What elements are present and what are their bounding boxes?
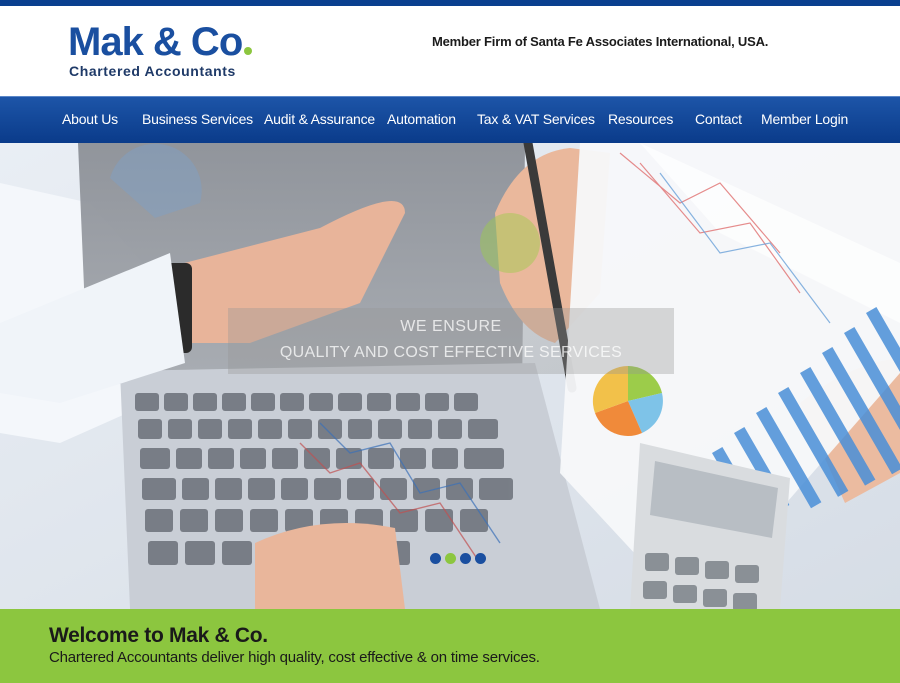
welcome-title: Welcome to Mak & Co.	[49, 624, 268, 647]
nav-item-automation[interactable]: Automation	[387, 111, 456, 127]
slider-dot-4[interactable]	[475, 553, 486, 564]
nav-item-business-services[interactable]: Business Services	[142, 111, 253, 127]
welcome-description: Chartered Accountants deliver high quali…	[49, 649, 540, 666]
hero-caption-heading: WE ENSURE	[400, 318, 502, 335]
nav-item-tax-vat-services[interactable]: Tax & VAT Services	[477, 111, 595, 127]
nav-item-member-login[interactable]: Member Login	[761, 111, 848, 127]
hero-caption-box: WE ENSURE QUALITY AND COST EFFECTIVE SER…	[228, 308, 674, 374]
nav-item-resources[interactable]: Resources	[608, 111, 673, 127]
hero-caption-subheading: QUALITY AND COST EFFECTIVE SERVICES	[279, 344, 623, 361]
logo-subtitle: Chartered Accountants	[69, 63, 236, 79]
site-header: Mak & Co Chartered Accountants Member Fi…	[0, 6, 900, 96]
slider-dot-3[interactable]	[460, 553, 471, 564]
nav-item-audit-assurance[interactable]: Audit & Assurance	[264, 111, 375, 127]
slider-dot-1[interactable]	[430, 553, 441, 564]
slider-dot-2[interactable]	[445, 553, 456, 564]
hero-slider[interactable]: WE ENSURE QUALITY AND COST EFFECTIVE SER…	[0, 143, 900, 609]
main-navigation: About Us Business Services Audit & Assur…	[0, 96, 900, 143]
logo-wordmark: Mak & Co	[68, 20, 253, 64]
welcome-banner: Welcome to Mak & Co. Chartered Accountan…	[0, 609, 900, 683]
company-logo[interactable]: Mak & Co Chartered Accountants	[68, 20, 253, 84]
logo-dot-icon	[244, 47, 253, 55]
nav-item-about-us[interactable]: About Us	[62, 111, 118, 127]
nav-item-contact[interactable]: Contact	[695, 111, 742, 127]
slider-pagination	[430, 553, 490, 567]
member-firm-tagline: Member Firm of Santa Fe Associates Inter…	[432, 34, 769, 49]
hero-background-image	[0, 143, 900, 609]
